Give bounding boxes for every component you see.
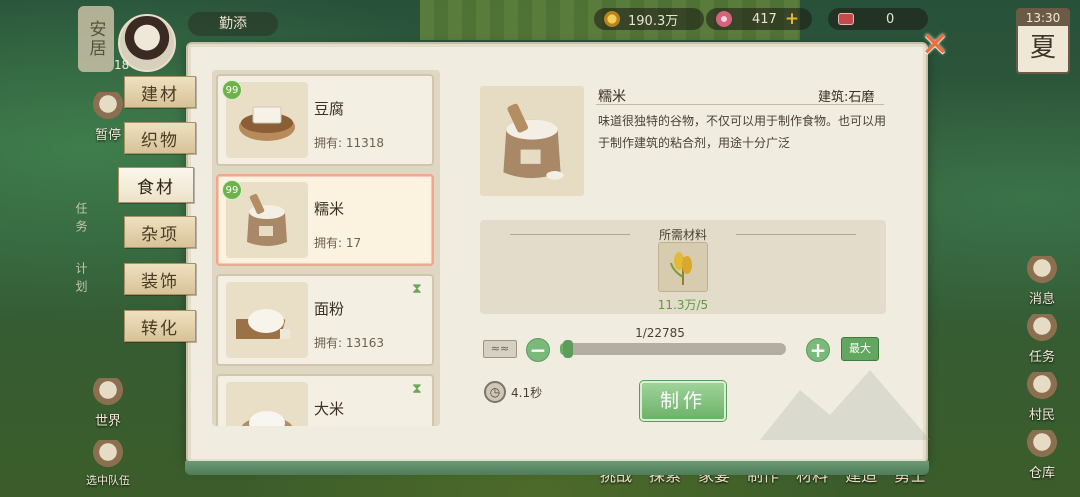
- material-count: 11.3万/5: [657, 298, 709, 312]
- world-icon: [91, 378, 125, 408]
- decrease-button[interactable]: −: [526, 338, 550, 362]
- slider-handle[interactable]: [563, 340, 573, 358]
- required-materials: 所需材料 11.3万/5: [480, 220, 886, 314]
- flower-icon: [716, 11, 732, 27]
- max-badge: 99: [222, 180, 242, 200]
- pause-icon: [91, 92, 125, 122]
- close-icon[interactable]: ✕: [919, 28, 951, 62]
- materials-title: 所需材料: [480, 226, 886, 243]
- item-name: 糯米: [314, 200, 345, 218]
- quest-icon: [1025, 314, 1059, 344]
- list-item[interactable]: ⧗ 面粉 拥有: 13163: [216, 274, 434, 366]
- player-level: 18: [114, 58, 130, 72]
- item-owned: 拥有: 13163: [314, 336, 385, 350]
- millet-icon[interactable]: [658, 242, 708, 292]
- quantity-slider[interactable]: [560, 340, 786, 358]
- flour-icon: [226, 282, 308, 358]
- clock-icon: ◷: [484, 381, 506, 403]
- tab-fabrics[interactable]: 织物: [124, 122, 196, 154]
- tab-building-materials[interactable]: 建材: [124, 76, 196, 108]
- message-button[interactable]: 消息: [1014, 256, 1070, 307]
- item-list[interactable]: 99 豆腐 拥有: 11318 99 糯米 拥有: 17 ⧗ 面粉 拥有: 13…: [212, 70, 440, 426]
- hourglass-icon: ⧗: [412, 381, 422, 397]
- world-button[interactable]: 世界: [80, 378, 136, 429]
- player-name: 勤添: [188, 12, 278, 36]
- list-item-selected[interactable]: 99 糯米 拥有: 17: [216, 174, 434, 266]
- clock-time: 13:30: [1018, 10, 1068, 26]
- rice-sack-icon: [480, 86, 584, 196]
- increase-button[interactable]: +: [806, 338, 830, 362]
- villager-button[interactable]: 村民: [1014, 372, 1070, 423]
- mountain-decoration: [760, 370, 930, 440]
- item-name: 面粉: [314, 300, 345, 318]
- coin-resource: 190.3万: [594, 8, 704, 30]
- divider: [596, 104, 884, 105]
- quantity-readout: 1/22785: [635, 326, 685, 340]
- token-icon: [838, 13, 854, 25]
- city-label[interactable]: 安居: [78, 6, 114, 72]
- craft-time: 4.1秒: [511, 386, 543, 400]
- message-icon: [1025, 256, 1059, 286]
- flower-resource: 417 +: [706, 8, 812, 30]
- hourglass-icon: ⧗: [412, 281, 422, 297]
- max-badge: 99: [222, 80, 242, 100]
- coin-icon: [604, 11, 620, 27]
- detail-title: 糯米: [598, 89, 626, 105]
- item-owned: 拥有: 11318: [314, 136, 385, 150]
- coin-value: 190.3万: [628, 13, 679, 29]
- list-item[interactable]: 99 豆腐 拥有: 11318: [216, 74, 434, 166]
- batch-icon[interactable]: ≈≈: [483, 340, 517, 358]
- craft-button[interactable]: 制作: [640, 381, 726, 421]
- plan-side-tab[interactable]: 计划: [66, 262, 90, 298]
- detail-description: 味道很独特的谷物，不仅可以用于制作食物。也可以用于制作建筑的粘合剂，用途十分广泛: [598, 114, 887, 150]
- item-name: 大米: [314, 400, 345, 418]
- warehouse-icon: [1025, 430, 1059, 460]
- villager-icon: [1025, 372, 1059, 402]
- tab-foods[interactable]: 食材: [118, 167, 194, 203]
- tab-decorations[interactable]: 装饰: [124, 263, 196, 295]
- team-button[interactable]: 选中队伍: [80, 440, 136, 488]
- team-icon: [91, 440, 125, 470]
- tab-misc[interactable]: 杂项: [124, 216, 196, 248]
- season-clock[interactable]: 13:30 夏: [1016, 8, 1070, 74]
- item-owned: 拥有: 17: [314, 236, 362, 250]
- token-resource: 0: [828, 8, 928, 30]
- tab-conversion[interactable]: 转化: [124, 310, 196, 342]
- flower-value: 417: [752, 11, 777, 27]
- add-flower-icon[interactable]: +: [785, 9, 799, 29]
- quest-side-tab[interactable]: 任务: [66, 202, 90, 238]
- item-name: 豆腐: [314, 100, 345, 118]
- season-label: 夏: [1029, 33, 1056, 63]
- max-button[interactable]: 最大: [841, 337, 879, 361]
- quest-button[interactable]: 任务: [1014, 314, 1070, 365]
- token-value: 0: [886, 11, 895, 27]
- warehouse-button[interactable]: 仓库: [1014, 430, 1070, 481]
- list-item[interactable]: ⧗ 大米: [216, 374, 434, 426]
- detail-building: 建筑:石磨: [818, 90, 875, 105]
- rice-icon: [226, 382, 308, 426]
